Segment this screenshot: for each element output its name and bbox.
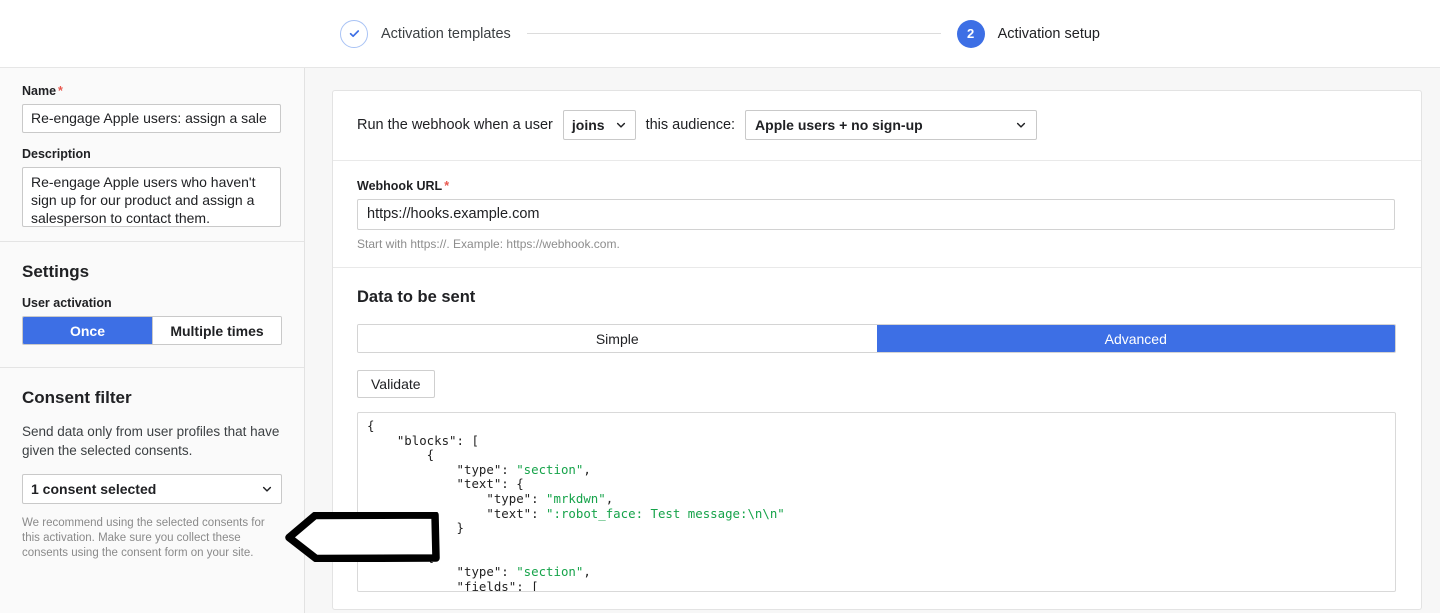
audience-select[interactable]: Apple users + no sign-up — [745, 110, 1038, 140]
basic-info-section: Name * Re-engage Apple users: assign a sa… — [0, 68, 304, 241]
webhook-url-required-marker: * — [444, 179, 450, 193]
validate-button[interactable]: Validate — [357, 370, 435, 398]
trigger-middle-text: this audience: — [645, 117, 736, 133]
name-field-label: Name * — [22, 84, 282, 98]
chevron-down-icon — [262, 486, 272, 492]
settings-section: Settings User activation Once Multiple t… — [0, 241, 304, 367]
name-required-marker: * — [58, 84, 63, 98]
trigger-prefix-text: Run the webhook when a user — [357, 117, 553, 133]
webhook-url-label: Webhook URL * — [357, 179, 1397, 193]
consent-filter-heading: Consent filter — [22, 388, 132, 407]
check-icon — [349, 30, 359, 38]
audience-select-value: Apple users + no sign-up — [755, 117, 923, 133]
step-2-number-circle: 2 — [956, 19, 985, 48]
step-1-label: Activation templates — [381, 25, 511, 42]
step-activation-setup[interactable]: 2 Activation setup — [956, 19, 1100, 48]
webhook-url-input[interactable]: https://hooks.example.com — [357, 199, 1395, 230]
user-activation-segmented-control: Once Multiple times — [22, 316, 282, 345]
settings-sidebar: Name * Re-engage Apple users: assign a sa… — [0, 68, 305, 613]
consent-filter-note: We recommend using the selected consents… — [22, 517, 265, 559]
step-1-check-circle — [340, 19, 368, 48]
webhook-url-label-text: Webhook URL — [357, 179, 443, 193]
activation-setup-card: Run the webhook when a user joins this a… — [332, 90, 1422, 610]
name-input[interactable]: Re-engage Apple users: assign a sale — [22, 104, 281, 133]
activation-option-multiple-times[interactable]: Multiple times — [152, 317, 281, 344]
settings-heading: Settings — [22, 262, 90, 281]
description-field-label: Description — [22, 147, 91, 161]
consent-filter-section: Consent filter Send data only from user … — [0, 367, 304, 575]
step-activation-templates[interactable]: Activation templates — [340, 19, 511, 48]
trigger-event-select[interactable]: joins — [562, 110, 636, 140]
json-code-content: { "blocks": [ { "type": "section", "text… — [367, 418, 785, 592]
progress-stepper: Activation templates 2 Activation setup — [0, 0, 1440, 68]
tab-simple[interactable]: Simple — [358, 325, 877, 352]
data-to-be-sent-heading: Data to be sent — [357, 288, 476, 306]
chevron-down-icon — [616, 122, 625, 128]
tab-advanced[interactable]: Advanced — [876, 325, 1395, 352]
json-code-editor[interactable]: { "blocks": [ { "type": "section", "text… — [357, 412, 1396, 592]
trigger-row: Run the webhook when a user joins this a… — [357, 110, 1397, 140]
description-textarea[interactable]: Re-engage Apple users who haven't sign u… — [22, 167, 281, 227]
step-2-label: Activation setup — [997, 25, 1100, 42]
trigger-event-value: joins — [571, 117, 605, 133]
consent-filter-description: Send data only from user profiles that h… — [22, 424, 280, 458]
stepper-connector-line — [526, 33, 941, 34]
activation-option-once[interactable]: Once — [23, 317, 152, 344]
webhook-url-hint: Start with https://. Example: https://we… — [357, 237, 620, 251]
webhook-url-section: Webhook URL * https://hooks.example.com S… — [333, 160, 1421, 267]
user-activation-label: User activation — [22, 296, 112, 310]
consent-select-value: 1 consent selected — [31, 481, 157, 497]
chevron-down-icon — [1016, 122, 1026, 128]
consent-select[interactable]: 1 consent selected — [22, 474, 282, 504]
name-label-text: Name — [22, 84, 57, 98]
main-content: Run the webhook when a user joins this a… — [305, 68, 1440, 613]
trigger-section: Run the webhook when a user joins this a… — [333, 91, 1421, 160]
data-mode-tabs: Simple Advanced — [357, 324, 1396, 353]
data-to-be-sent-section: Data to be sent Simple Advanced Validate… — [333, 267, 1421, 592]
